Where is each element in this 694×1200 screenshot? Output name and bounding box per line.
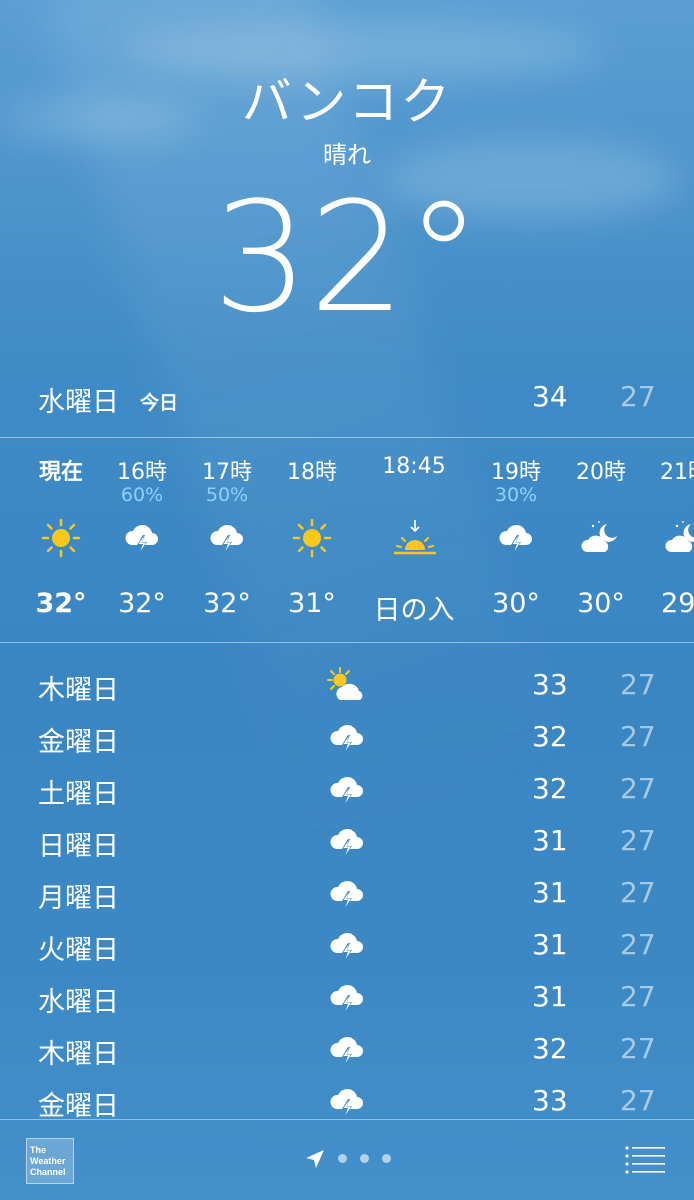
daily-row: 日曜日 31 27 bbox=[0, 816, 694, 868]
today-label: 今日 bbox=[140, 392, 179, 414]
thunderstorm-icon bbox=[122, 518, 162, 558]
weather-channel-logo[interactable]: The Weather Channel bbox=[26, 1138, 74, 1184]
thunderstorm-icon bbox=[496, 518, 536, 558]
city-list-icon[interactable] bbox=[624, 1145, 666, 1175]
page-indicator-dot[interactable] bbox=[382, 1154, 391, 1163]
hour-time: 16時 bbox=[117, 460, 167, 485]
partly-cloudy-day-icon bbox=[326, 666, 368, 706]
hour-time: 20時 bbox=[576, 460, 626, 485]
hourly-item: 19時 30% 30° bbox=[471, 438, 561, 642]
day-name: 火曜日 bbox=[38, 935, 119, 966]
divider bbox=[0, 642, 694, 643]
day-high: 31 bbox=[532, 928, 568, 961]
day-low: 27 bbox=[620, 876, 656, 909]
daily-row: 月曜日 31 27 bbox=[0, 868, 694, 920]
day-high: 31 bbox=[532, 824, 568, 857]
today-summary-row: 水曜日 今日 34 27 bbox=[0, 376, 694, 420]
day-high: 32 bbox=[532, 772, 568, 805]
day-name: 水曜日 bbox=[38, 987, 119, 1018]
daily-row: 木曜日 33 27 bbox=[0, 660, 694, 712]
daily-row: 金曜日 32 27 bbox=[0, 712, 694, 764]
precip-chance: 50% bbox=[205, 484, 249, 506]
sun-icon bbox=[292, 518, 332, 558]
day-name: 木曜日 bbox=[38, 675, 119, 706]
day-low: 27 bbox=[620, 1032, 656, 1065]
hour-temp: 30° bbox=[577, 588, 625, 619]
hour-temp: 日の入 bbox=[373, 595, 455, 626]
partly-cloudy-night-icon bbox=[581, 518, 621, 558]
hour-temp: 32° bbox=[203, 588, 251, 619]
daily-row: 水曜日 31 27 bbox=[0, 972, 694, 1024]
hourly-item: 21時 29° bbox=[640, 438, 694, 642]
thunderstorm-icon bbox=[207, 518, 247, 558]
today-day-name: 水曜日 bbox=[38, 387, 119, 418]
day-name: 木曜日 bbox=[38, 1039, 119, 1070]
hour-temp: 32° bbox=[35, 588, 87, 619]
today-high: 34 bbox=[532, 380, 568, 413]
current-temperature: 32° bbox=[212, 169, 482, 346]
page-indicator-dot[interactable] bbox=[360, 1154, 369, 1163]
logo-text-line: Channel bbox=[30, 1167, 66, 1177]
sun-icon bbox=[41, 518, 81, 558]
thunderstorm-icon bbox=[326, 926, 368, 966]
thunderstorm-icon bbox=[326, 1030, 368, 1070]
thunderstorm-icon bbox=[326, 822, 368, 862]
hour-time: 21時 bbox=[660, 460, 694, 485]
day-name: 日曜日 bbox=[38, 831, 119, 862]
day-low: 27 bbox=[620, 720, 656, 753]
hourly-item: 20時 30° bbox=[556, 438, 646, 642]
daily-row: 木曜日 32 27 bbox=[0, 1024, 694, 1076]
hourly-item: 18:45 日の入 bbox=[364, 438, 464, 642]
day-low: 27 bbox=[620, 824, 656, 857]
hourly-forecast[interactable]: 現在 32° 16時 60% 32° 17時 50% 32° 18時 31° 1… bbox=[0, 438, 694, 642]
day-high: 31 bbox=[532, 876, 568, 909]
day-low: 27 bbox=[620, 772, 656, 805]
day-name: 金曜日 bbox=[38, 1091, 119, 1122]
precip-chance: 60% bbox=[120, 484, 164, 506]
day-low: 27 bbox=[620, 980, 656, 1013]
hourly-item: 18時 31° bbox=[267, 438, 357, 642]
day-high: 32 bbox=[532, 720, 568, 753]
hour-time: 現在 bbox=[38, 460, 83, 485]
day-name: 土曜日 bbox=[38, 779, 119, 810]
hour-temp: 29° bbox=[661, 588, 694, 619]
daily-row: 火曜日 31 27 bbox=[0, 920, 694, 972]
day-high: 32 bbox=[532, 1032, 568, 1065]
day-low: 27 bbox=[620, 668, 656, 701]
daily-row: 土曜日 32 27 bbox=[0, 764, 694, 816]
hour-temp: 31° bbox=[288, 588, 336, 619]
partly-cloudy-night-icon bbox=[665, 518, 694, 558]
city-name: バンコク bbox=[241, 73, 453, 131]
hourly-item: 現在 32° bbox=[16, 438, 106, 642]
thunderstorm-icon bbox=[326, 874, 368, 914]
logo-text-line: Weather bbox=[30, 1156, 66, 1166]
hourly-item: 16時 60% 32° bbox=[97, 438, 187, 642]
logo-text-line: The bbox=[30, 1145, 47, 1155]
hourly-item: 17時 50% 32° bbox=[182, 438, 272, 642]
page-indicator-dot[interactable] bbox=[338, 1154, 347, 1163]
day-low: 27 bbox=[620, 1084, 656, 1117]
location-arrow-icon[interactable] bbox=[304, 1148, 326, 1170]
hour-time: 19時 bbox=[491, 460, 541, 485]
day-high: 31 bbox=[532, 980, 568, 1013]
hour-temp: 32° bbox=[118, 588, 166, 619]
weather-condition: 晴れ bbox=[323, 141, 371, 169]
thunderstorm-icon bbox=[326, 770, 368, 810]
bottom-toolbar: The Weather Channel bbox=[0, 1120, 694, 1200]
day-name: 金曜日 bbox=[38, 727, 119, 758]
hour-time: 17時 bbox=[202, 460, 252, 485]
thunderstorm-icon bbox=[326, 718, 368, 758]
day-name: 月曜日 bbox=[38, 883, 119, 914]
day-low: 27 bbox=[620, 928, 656, 961]
hour-time: 18時 bbox=[287, 460, 337, 485]
precip-chance: 30% bbox=[494, 484, 538, 506]
today-low: 27 bbox=[620, 380, 656, 413]
sunset-icon bbox=[392, 518, 438, 558]
hour-time: 18:45 bbox=[382, 454, 446, 479]
thunderstorm-icon bbox=[326, 1082, 368, 1122]
thunderstorm-icon bbox=[326, 978, 368, 1018]
day-high: 33 bbox=[532, 1084, 568, 1117]
day-high: 33 bbox=[532, 668, 568, 701]
hour-temp: 30° bbox=[492, 588, 540, 619]
